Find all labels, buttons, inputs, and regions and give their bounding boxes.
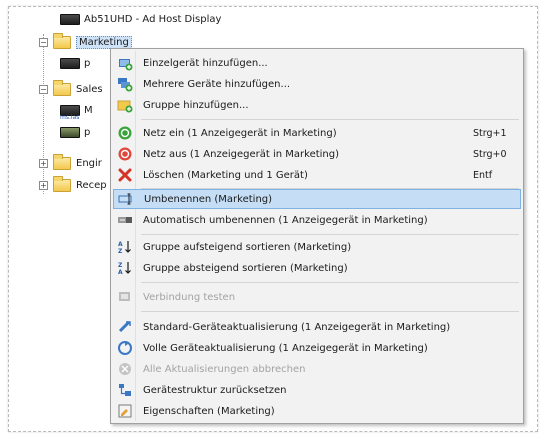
menu-item-label: Alle Aktualisierungen abbrechen xyxy=(143,363,306,375)
tree-item-engineering[interactable]: + Engir xyxy=(39,153,102,172)
tree-item-sales-device-1-label: M xyxy=(84,104,93,116)
menu-item-sort-ascending[interactable]: AZ Gruppe aufsteigend sortieren (Marketi… xyxy=(113,237,521,257)
add-devices-icon xyxy=(117,76,133,92)
tree-item-top-device[interactable]: Ab51UHD - Ad Host Display xyxy=(60,10,221,28)
menu-item-cancel-updates[interactable]: Alle Aktualisierungen abbrechen xyxy=(113,359,521,379)
rename-icon xyxy=(118,191,134,207)
full-update-icon xyxy=(117,340,133,356)
expand-toggle-engineering[interactable]: + xyxy=(39,158,48,168)
delete-icon xyxy=(117,167,133,183)
cancel-updates-icon xyxy=(117,361,133,377)
menu-item-shortcut: Strg+0 xyxy=(473,148,507,160)
tree-item-reception[interactable]: + Recep xyxy=(39,175,107,194)
display-device-icon xyxy=(60,126,80,138)
tree-item-marketing-device-label: p xyxy=(84,57,91,69)
menu-item-label: Gruppe absteigend sortieren (Marketing) xyxy=(143,262,348,274)
menu-item-label: Gruppe aufsteigend sortieren (Marketing) xyxy=(143,241,352,253)
device-sub-label: ms.las xyxy=(60,113,80,121)
properties-icon xyxy=(117,403,133,419)
context-menu: Einzelgerät hinzufügen... Mehrere Geräte… xyxy=(110,48,524,424)
menu-item-shortcut: Strg+1 xyxy=(473,127,507,139)
menu-item-properties[interactable]: Eigenschaften (Marketing) xyxy=(113,401,521,421)
sort-descending-icon: ZA xyxy=(117,260,133,276)
menu-item-label: Löschen (Marketing und 1 Gerät) xyxy=(143,169,308,181)
svg-text:A: A xyxy=(118,269,123,276)
menu-item-label: Verbindung testen xyxy=(143,291,236,303)
tree-item-sales-device-2[interactable]: p xyxy=(60,123,90,141)
expand-toggle-reception[interactable]: + xyxy=(39,180,48,190)
folder-icon xyxy=(53,153,71,170)
reset-structure-icon xyxy=(117,382,133,398)
menu-item-delete[interactable]: Löschen (Marketing und 1 Gerät) Entf xyxy=(113,165,521,185)
tree-item-sales[interactable]: − Sales xyxy=(39,79,103,98)
menu-item-add-device[interactable]: Einzelgerät hinzufügen... xyxy=(113,53,521,73)
menu-item-label: Netz ein (1 Anzeigegerät in Marketing) xyxy=(143,127,337,139)
svg-text:A: A xyxy=(118,241,123,248)
tree-item-sales-device-1-sub: ms.las xyxy=(60,112,79,122)
menu-item-reset-structure[interactable]: Gerätestruktur zurücksetzen xyxy=(113,380,521,400)
sort-ascending-icon: AZ xyxy=(117,239,133,255)
menu-separator xyxy=(141,282,519,283)
menu-item-add-group[interactable]: Gruppe hinzufügen... xyxy=(113,95,521,115)
tree-item-top-label: Ab51UHD - Ad Host Display xyxy=(84,13,222,25)
svg-text:Z: Z xyxy=(118,262,123,269)
menu-item-auto-rename[interactable]: Automatisch umbenennen (1 Anzeigegerät i… xyxy=(113,210,521,230)
auto-rename-icon xyxy=(117,212,133,228)
menu-item-power-on[interactable]: Netz ein (1 Anzeigegerät in Marketing) S… xyxy=(113,123,521,143)
menu-item-label: Gruppe hinzufügen... xyxy=(143,99,249,111)
add-group-icon xyxy=(117,97,133,113)
menu-separator xyxy=(141,119,519,120)
menu-item-full-update[interactable]: Volle Geräteaktualisierung (1 Anzeigeger… xyxy=(113,338,521,358)
svg-text:Z: Z xyxy=(118,248,123,255)
tree-item-sales-label: Sales xyxy=(76,83,103,95)
tree-item-engineering-label: Engir xyxy=(76,157,102,169)
test-connection-icon xyxy=(117,289,133,305)
menu-item-rename[interactable]: Umbenennen (Marketing) xyxy=(113,189,521,209)
menu-item-add-multiple-devices[interactable]: Mehrere Geräte hinzufügen... xyxy=(113,74,521,94)
tree-item-marketing-label: Marketing xyxy=(76,35,132,49)
folder-icon xyxy=(53,175,71,192)
menu-item-label: Volle Geräteaktualisierung (1 Anzeigeger… xyxy=(143,342,428,354)
folder-icon xyxy=(53,32,71,49)
menu-item-shortcut: Entf xyxy=(473,169,493,181)
menu-separator xyxy=(141,311,519,312)
menu-item-label: Einzelgerät hinzufügen... xyxy=(143,57,268,69)
menu-item-sort-descending[interactable]: ZA Gruppe absteigend sortieren (Marketin… xyxy=(113,258,521,278)
menu-item-test-connection[interactable]: Verbindung testen xyxy=(113,287,521,307)
menu-separator xyxy=(141,234,519,235)
collapse-toggle-marketing[interactable]: − xyxy=(39,37,48,47)
menu-item-label: Mehrere Geräte hinzufügen... xyxy=(143,78,291,90)
folder-icon xyxy=(53,79,71,96)
menu-item-label: Gerätestruktur zurücksetzen xyxy=(143,384,287,396)
power-on-icon xyxy=(117,125,133,141)
menu-item-standard-update[interactable]: Standard-Geräteaktualisierung (1 Anzeige… xyxy=(113,317,521,337)
menu-item-label: Eigenschaften (Marketing) xyxy=(143,405,275,417)
tree-item-sales-device-2-label: p xyxy=(84,126,91,138)
add-device-icon xyxy=(117,55,133,71)
menu-item-label: Automatisch umbenennen (1 Anzeigegerät i… xyxy=(143,214,428,226)
tree-item-reception-label: Recep xyxy=(76,179,107,191)
tree-item-marketing-device[interactable]: p xyxy=(60,54,90,72)
menu-item-label: Standard-Geräteaktualisierung (1 Anzeige… xyxy=(143,321,451,333)
display-device-icon xyxy=(60,13,80,25)
menu-item-label: Umbenennen (Marketing) xyxy=(144,193,273,205)
menu-item-power-off[interactable]: Netz aus (1 Anzeigegerät in Marketing) S… xyxy=(113,144,521,164)
standard-update-icon xyxy=(117,319,133,335)
display-device-icon xyxy=(60,57,80,69)
menu-item-label: Netz aus (1 Anzeigegerät in Marketing) xyxy=(143,148,340,160)
power-off-icon xyxy=(117,146,133,162)
collapse-toggle-sales[interactable]: − xyxy=(39,84,48,94)
